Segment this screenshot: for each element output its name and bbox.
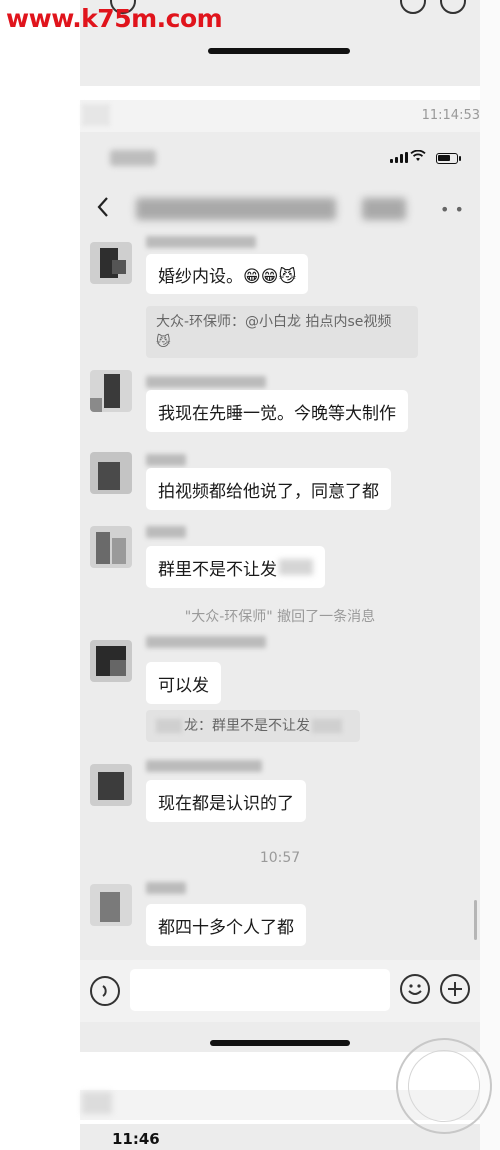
quoted-text: 龙：群里不是不让发 — [184, 718, 310, 734]
home-indicator — [210, 1040, 350, 1046]
message-bubble[interactable]: 群里不是不让发 — [146, 546, 325, 588]
message-text: 拍视频都给他说了，同意了都 — [158, 481, 379, 502]
message-text: 现在都是认识的了 — [158, 793, 294, 814]
member-count-blurred — [362, 198, 406, 220]
screenshot-canvas: 11:14:53 • • 婚纱内设。😁😁😼 大众-环保师：@小白龙 拍点内se视… — [0, 0, 500, 1150]
avatar[interactable] — [90, 242, 132, 284]
message-bubble[interactable]: 我现在先睡一觉。今晚等大制作 — [146, 390, 408, 432]
message-text: 可以发 — [158, 675, 209, 696]
chat-nav-bar: • • — [80, 184, 480, 230]
status-time: 11:46 — [112, 1130, 160, 1148]
message-text: 群里不是不让发 — [158, 559, 277, 580]
sender-name-blurred — [146, 376, 266, 388]
message-bubble[interactable]: 可以发 — [146, 662, 221, 704]
avatar[interactable] — [90, 884, 132, 926]
message-bubble[interactable]: 现在都是认识的了 — [146, 780, 306, 822]
screenshot-header-strip: 11:14:53 — [80, 100, 480, 132]
blurred-text — [279, 559, 313, 575]
chat-title-blurred — [136, 198, 336, 220]
capture-timestamp: 11:14:53 — [421, 108, 480, 123]
sender-name-blurred — [146, 760, 262, 772]
blurred-avatar — [82, 104, 110, 126]
blurred-avatar — [82, 1092, 112, 1114]
avatar[interactable] — [90, 526, 132, 568]
right-gutter — [480, 0, 500, 1150]
sender-name-blurred — [146, 526, 186, 538]
blurred-text — [312, 719, 342, 733]
chat-screen: • • 婚纱内设。😁😁😼 大众-环保师：@小白龙 拍点内se视频 😼 我现在先睡… — [80, 132, 480, 1052]
signal-icon — [390, 152, 408, 163]
quoted-reply[interactable]: 龙：群里不是不让发 — [146, 710, 360, 742]
plus-icon[interactable] — [440, 0, 466, 14]
avatar[interactable] — [90, 370, 132, 412]
sender-name-blurred — [146, 236, 256, 248]
message-bubble[interactable]: 婚纱内设。😁😁😼 — [146, 254, 309, 294]
message-bubble[interactable]: 拍视频都给他说了，同意了都 — [146, 468, 391, 510]
avatar[interactable] — [90, 764, 132, 806]
site-watermark: www.k75m.com — [6, 4, 223, 33]
battery-icon — [436, 153, 461, 164]
plus-icon[interactable] — [440, 974, 470, 1004]
scrollbar[interactable] — [474, 900, 477, 940]
status-bar — [80, 132, 480, 184]
message-text: 都四十多个人了都 — [158, 917, 294, 938]
chat-timestamp: 10:57 — [259, 850, 301, 866]
home-indicator — [208, 48, 350, 54]
emoji-icon[interactable] — [400, 0, 426, 14]
recall-notice: "大众-环保师" 撤回了一条消息 — [184, 609, 376, 625]
avatar[interactable] — [90, 640, 132, 682]
message-input[interactable] — [130, 969, 390, 1011]
message-list: 婚纱内设。😁😁😼 大众-环保师：@小白龙 拍点内se视频 😼 我现在先睡一觉。今… — [80, 230, 480, 960]
sender-name-blurred — [146, 454, 186, 466]
screenshot-gap — [80, 86, 480, 100]
emoji-icon[interactable] — [400, 974, 430, 1004]
back-chevron-icon[interactable] — [94, 194, 114, 220]
sender-name-blurred — [146, 882, 186, 894]
quoted-emoji: 😼 — [156, 334, 171, 350]
sender-name-blurred — [146, 636, 266, 648]
blurred-text — [156, 719, 182, 733]
quoted-text: 大众-环保师：@小白龙 拍点内se视频 — [156, 314, 392, 330]
quoted-reply[interactable]: 大众-环保师：@小白龙 拍点内se视频 😼 — [146, 306, 418, 358]
avatar[interactable] — [90, 452, 132, 494]
input-bar — [80, 960, 480, 1022]
voice-input-icon[interactable] — [90, 976, 120, 1006]
message-text: 婚纱内设。😁😁😼 — [158, 266, 297, 287]
message-bubble[interactable]: 都四十多个人了都 — [146, 904, 306, 946]
wifi-icon — [410, 149, 426, 165]
message-text: 我现在先睡一觉。今晚等大制作 — [158, 403, 396, 424]
status-time-blurred — [110, 150, 156, 166]
more-options-icon[interactable]: • • — [440, 200, 464, 219]
